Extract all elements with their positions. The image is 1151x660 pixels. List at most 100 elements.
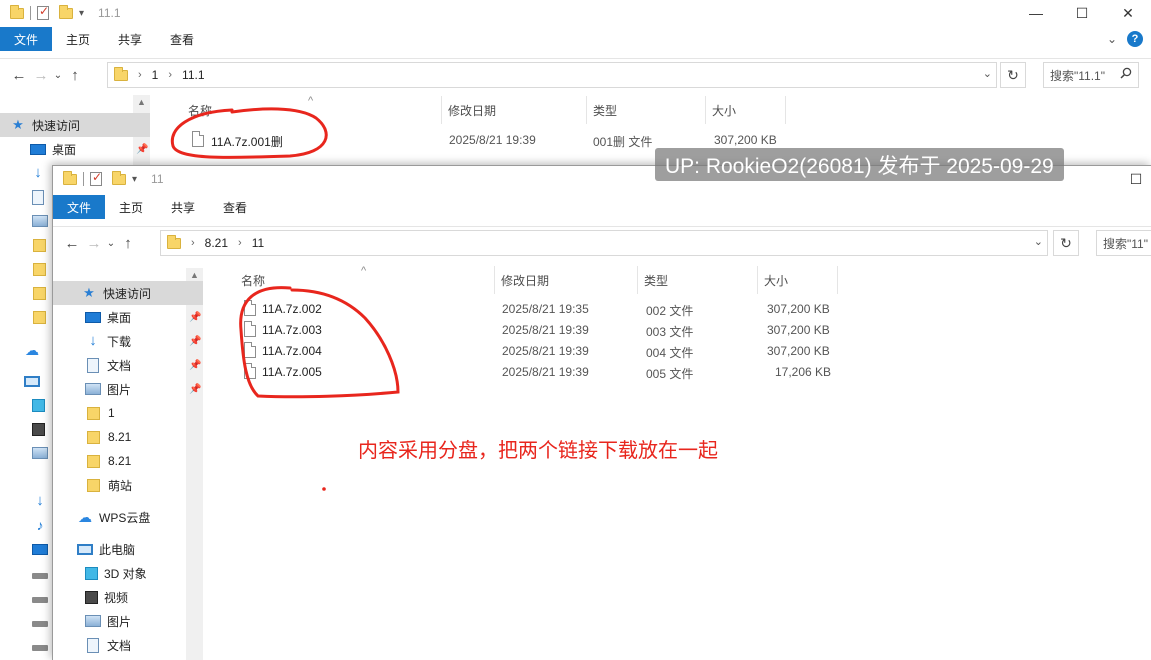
nav-item-pictures[interactable] bbox=[0, 441, 54, 465]
nav-item-label: WPS云盘 bbox=[99, 510, 151, 525]
nav-item-folder-mengzhan[interactable]: 萌站 bbox=[53, 473, 132, 497]
address-bar[interactable]: › 1 › 11.1 ⌄ bbox=[107, 62, 997, 88]
search-input[interactable]: 搜索"11.1" bbox=[1043, 62, 1139, 88]
column-size[interactable]: 大小 bbox=[758, 266, 838, 294]
maximize-button[interactable]: ☐ bbox=[1059, 0, 1105, 26]
nav-item-this-pc[interactable] bbox=[0, 369, 46, 393]
new-folder-icon[interactable] bbox=[112, 170, 126, 185]
nav-item-folder[interactable] bbox=[0, 305, 52, 329]
nav-item-download[interactable]: ↓ bbox=[0, 161, 52, 185]
nav-item-desktop[interactable]: 桌面 📌 bbox=[0, 137, 150, 161]
picture-icon bbox=[32, 215, 48, 227]
properties-icon[interactable] bbox=[90, 170, 102, 186]
maximize-button[interactable]: ☐ bbox=[1121, 166, 1151, 192]
nav-item-desktop[interactable]: 桌面 📌 bbox=[53, 305, 203, 329]
3d-objects-icon bbox=[85, 566, 98, 580]
nav-item-3d[interactable] bbox=[0, 393, 51, 417]
nav-item-pictures[interactable]: 图片 📌 bbox=[53, 377, 203, 401]
up-button[interactable]: ↑ bbox=[64, 67, 86, 84]
tab-view[interactable]: 查看 bbox=[156, 27, 208, 51]
tab-view[interactable]: 查看 bbox=[209, 195, 261, 219]
nav-item-drive[interactable] bbox=[0, 561, 54, 585]
expand-ribbon-icon[interactable]: ⌄ bbox=[1107, 32, 1117, 46]
nav-item-quick-access[interactable]: ★ 快速访问 bbox=[53, 281, 203, 305]
nav-item-wps-cloud[interactable]: ☁ WPS云盘 bbox=[53, 505, 150, 529]
tab-home[interactable]: 主页 bbox=[105, 195, 157, 219]
customize-toolbar-icon[interactable]: ▾ bbox=[79, 8, 84, 19]
nav-item-drive[interactable] bbox=[0, 585, 54, 609]
tab-share[interactable]: 共享 bbox=[157, 195, 209, 219]
breadcrumb-item[interactable]: 11.1 bbox=[182, 68, 204, 82]
scroll-up-icon[interactable]: ▲ bbox=[190, 270, 199, 280]
up-button[interactable]: ↑ bbox=[117, 235, 139, 252]
refresh-button[interactable]: ↻ bbox=[1053, 230, 1079, 256]
column-name[interactable]: 名称 ^ bbox=[168, 95, 442, 124]
table-row[interactable]: 11A.7z.003 2025/8/21 19:39 003 文件 307,20… bbox=[221, 320, 841, 341]
tab-share[interactable]: 共享 bbox=[104, 27, 156, 51]
nav-item-download[interactable]: ↓ bbox=[0, 489, 54, 513]
breadcrumb-item[interactable]: 1 bbox=[152, 68, 159, 82]
column-name[interactable]: 名称 ^ bbox=[221, 265, 495, 294]
nav-item-videos[interactable] bbox=[0, 417, 51, 441]
recent-locations-icon[interactable]: ⌄ bbox=[105, 238, 117, 249]
desktop-icon bbox=[85, 312, 101, 323]
address-bar[interactable]: › 8.21 › 11 ⌄ bbox=[160, 230, 1048, 256]
address-dropdown-icon[interactable]: ⌄ bbox=[1034, 235, 1043, 248]
tab-file[interactable]: 文件 bbox=[0, 27, 53, 51]
nav-item-folder[interactable] bbox=[0, 233, 52, 257]
nav-item-videos[interactable]: 视频 bbox=[53, 585, 128, 609]
address-dropdown-icon[interactable]: ⌄ bbox=[983, 67, 992, 80]
recent-locations-icon[interactable]: ⌄ bbox=[52, 70, 64, 81]
column-date[interactable]: 修改日期 bbox=[495, 266, 638, 294]
column-type[interactable]: 类型 bbox=[587, 96, 706, 124]
tab-file[interactable]: 文件 bbox=[53, 195, 106, 219]
column-type[interactable]: 类型 bbox=[638, 266, 758, 294]
new-folder-icon[interactable] bbox=[59, 4, 73, 19]
nav-item-label: 快速访问 bbox=[103, 286, 152, 301]
nav-item-music[interactable]: ♪ bbox=[0, 513, 54, 537]
nav-item-documents[interactable]: 文档 bbox=[53, 633, 131, 657]
nav-item-desktop[interactable] bbox=[0, 537, 54, 561]
search-input[interactable]: 搜索"11" bbox=[1096, 230, 1151, 256]
table-row[interactable]: 11A.7z.004 2025/8/21 19:39 004 文件 307,20… bbox=[221, 341, 841, 362]
customize-toolbar-icon[interactable]: ▾ bbox=[132, 174, 137, 185]
nav-item-documents[interactable] bbox=[0, 185, 50, 209]
breadcrumb-separator: › bbox=[238, 237, 242, 249]
nav-item-drive[interactable] bbox=[0, 609, 54, 633]
refresh-button[interactable]: ↻ bbox=[1000, 62, 1026, 88]
back-button[interactable]: ← bbox=[8, 67, 30, 84]
scroll-up-icon[interactable]: ▲ bbox=[137, 97, 146, 107]
nav-item-folder[interactable] bbox=[0, 257, 52, 281]
nav-item-quick-access[interactable]: ★ 快速访问 bbox=[0, 113, 150, 137]
nav-item-folder-8-21[interactable]: 8.21 bbox=[53, 425, 131, 449]
nav-item-folder-1[interactable]: 1 bbox=[53, 401, 115, 425]
navigation-pane: ▲ ★ 快速访问 桌面 📌 ↓ 下载 📌 文档 📌 图片 📌 1 8.21 8.… bbox=[53, 268, 203, 660]
column-size[interactable]: 大小 bbox=[706, 96, 786, 124]
tab-home[interactable]: 主页 bbox=[52, 27, 104, 51]
nav-item-this-pc[interactable]: 此电脑 bbox=[53, 537, 135, 561]
forward-button[interactable]: → bbox=[83, 235, 105, 252]
sort-ascending-icon: ^ bbox=[361, 265, 367, 277]
nav-item-drive[interactable] bbox=[0, 633, 54, 657]
breadcrumb-item[interactable]: 11 bbox=[252, 236, 264, 250]
file-size: 307,200 KB bbox=[767, 344, 830, 358]
minimize-button[interactable]: — bbox=[1013, 0, 1059, 26]
nav-item-3d-objects[interactable]: 3D 对象 bbox=[53, 561, 147, 585]
help-icon[interactable]: ? bbox=[1127, 31, 1143, 47]
nav-item-wps[interactable]: ☁ bbox=[0, 338, 46, 362]
back-button[interactable]: ← bbox=[61, 235, 83, 252]
close-button[interactable]: ✕ bbox=[1105, 0, 1151, 26]
nav-item-pictures[interactable]: 图片 bbox=[53, 609, 131, 633]
nav-item-documents[interactable]: 文档 📌 bbox=[53, 353, 203, 377]
column-date[interactable]: 修改日期 bbox=[442, 96, 587, 124]
nav-item-pictures[interactable] bbox=[0, 209, 54, 233]
nav-item-folder-8-21[interactable]: 8.21 bbox=[53, 449, 131, 473]
nav-item-label: 3D 对象 bbox=[104, 566, 147, 581]
nav-item-folder[interactable] bbox=[0, 281, 52, 305]
table-row[interactable]: 11A.7z.005 2025/8/21 19:39 005 文件 17,206… bbox=[221, 362, 841, 383]
table-row[interactable]: 11A.7z.002 2025/8/21 19:35 002 文件 307,20… bbox=[221, 299, 841, 320]
breadcrumb-item[interactable]: 8.21 bbox=[205, 236, 228, 250]
nav-item-downloads[interactable]: ↓ 下载 📌 bbox=[53, 329, 203, 353]
properties-icon[interactable] bbox=[37, 4, 49, 20]
forward-button[interactable]: → bbox=[30, 67, 52, 84]
